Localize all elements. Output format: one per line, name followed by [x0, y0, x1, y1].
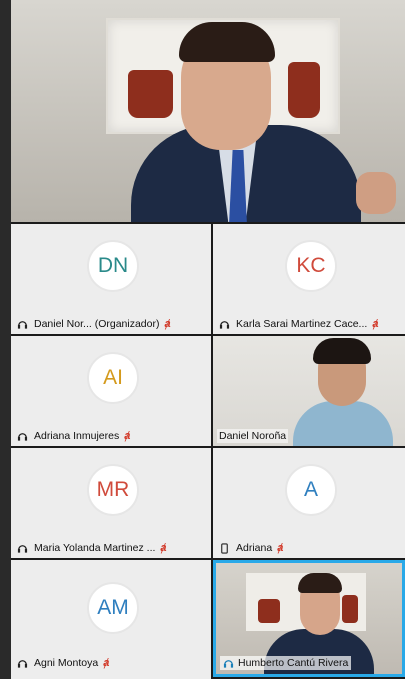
avatar: A — [285, 464, 337, 516]
decor-vase — [258, 599, 280, 623]
phone-icon — [221, 542, 228, 554]
avatar: AM — [87, 582, 139, 634]
participant-name: Maria Yolanda Martinez ... — [34, 542, 156, 554]
headset-icon — [17, 320, 28, 329]
participant-video-tile[interactable]: Daniel Noroña — [213, 336, 405, 446]
mic-muted-icon: ⱥ — [164, 318, 171, 330]
mic-muted-icon: ⱥ — [372, 318, 379, 330]
participant-name-row: Karla Sarai Martinez Cace... ⱥ — [219, 318, 401, 330]
participant-name: Agni Montoya — [34, 657, 99, 669]
participant-name: Daniel Nor... (Organizador) — [34, 318, 160, 330]
headset-icon — [17, 659, 28, 668]
participant-name-row: Daniel Nor... (Organizador) ⱥ — [17, 318, 207, 330]
participant-tile[interactable]: MR Maria Yolanda Martinez ... ⱥ — [11, 448, 211, 558]
decor-vase — [128, 70, 173, 118]
mic-muted-icon: ⱥ — [124, 430, 131, 442]
decor-vase — [342, 595, 358, 623]
participant-tile[interactable]: KC Karla Sarai Martinez Cace... ⱥ — [213, 224, 405, 334]
left-edge-bar — [0, 0, 11, 679]
participant-tile[interactable]: A Adriana ⱥ — [213, 448, 405, 558]
participant-name: Adriana Inmujeres — [34, 430, 120, 442]
participant-name: Daniel Noroña — [217, 429, 289, 443]
avatar: KC — [285, 240, 337, 292]
participant-tile[interactable]: DN Daniel Nor... (Organizador) ⱥ — [11, 224, 211, 334]
mic-muted-icon: ⱥ — [277, 542, 284, 554]
headset-icon — [223, 659, 234, 668]
participant-name-row: Adriana Inmujeres ⱥ — [17, 430, 207, 442]
participant-name: Humberto Cantú Rivera — [238, 657, 349, 669]
participant-body — [293, 401, 393, 446]
speaker-hand — [356, 172, 396, 214]
participant-name-row: Agni Montoya ⱥ — [17, 657, 207, 669]
avatar: DN — [87, 240, 139, 292]
participant-tile[interactable]: AM Agni Montoya ⱥ — [11, 560, 211, 679]
speaker-hair — [298, 573, 342, 593]
mic-muted-icon: ⱥ — [160, 542, 167, 554]
mic-muted-icon: ⱥ — [103, 657, 110, 669]
main-speaker-video[interactable] — [11, 0, 405, 222]
participant-name-row: Adriana ⱥ — [219, 542, 401, 554]
participant-name-row: Humberto Cantú Rivera — [220, 656, 352, 670]
participant-name-row: Maria Yolanda Martinez ... ⱥ — [17, 542, 207, 554]
decor-vase — [288, 62, 320, 118]
avatar: AI — [87, 352, 139, 404]
headset-icon — [219, 320, 230, 329]
speaker-hair — [179, 22, 275, 62]
participant-tile[interactable]: AI Adriana Inmujeres ⱥ — [11, 336, 211, 446]
participant-hair — [313, 338, 371, 364]
avatar: MR — [87, 464, 139, 516]
participant-name: Adriana — [236, 542, 273, 554]
participant-name: Karla Sarai Martinez Cace... — [236, 318, 368, 330]
active-speaker-video-tile[interactable]: Humberto Cantú Rivera — [213, 560, 405, 677]
headset-icon — [17, 544, 28, 553]
headset-icon — [17, 432, 28, 441]
